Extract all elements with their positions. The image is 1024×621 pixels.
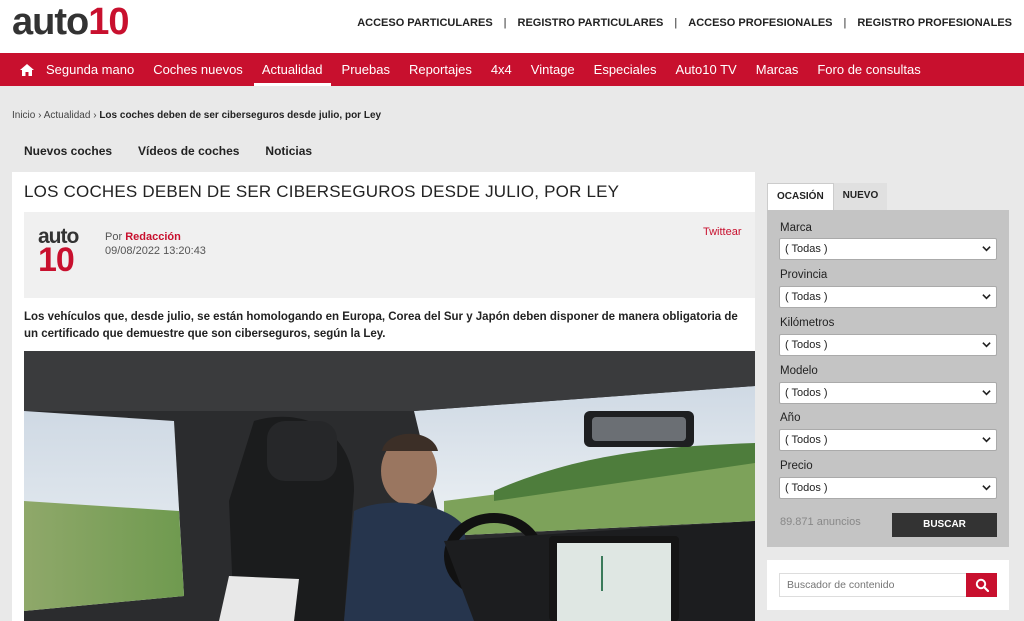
nav-reportajes[interactable]: Reportajes — [409, 62, 472, 77]
nav-marcas[interactable]: Marcas — [756, 62, 799, 77]
tweet-button[interactable]: Twittear — [703, 226, 742, 238]
article-lead: Los vehículos que, desde julio, se están… — [24, 311, 738, 340]
home-icon[interactable] — [20, 63, 36, 77]
link-acceso-particulares[interactable]: ACCESO PARTICULARES — [357, 17, 492, 29]
label-modelo: Modelo — [780, 365, 818, 377]
breadcrumb: Inicio › Actualidad › Los coches deben d… — [12, 110, 381, 121]
separator: | — [503, 17, 507, 29]
content-search-input[interactable] — [779, 573, 968, 597]
label-provincia: Provincia — [780, 269, 828, 281]
label-ano: Año — [780, 412, 801, 424]
by-prefix: Por — [105, 231, 123, 243]
select-marca-value: ( Todas ) — [785, 243, 828, 255]
chevron-down-icon — [982, 246, 991, 252]
publish-date: 09/08/2022 13:20:43 — [105, 245, 206, 257]
nav-actualidad[interactable]: Actualidad — [253, 62, 331, 86]
sidebar-tabs: OCASIÓN NUEVO — [767, 183, 888, 210]
separator: | — [674, 17, 678, 29]
link-acceso-profesionales[interactable]: ACCESO PROFESIONALES — [688, 17, 832, 29]
main-nav: Segunda mano Coches nuevos Actualidad Pr… — [0, 53, 1024, 86]
select-ano-value: ( Todos ) — [785, 434, 828, 446]
chevron-down-icon — [982, 437, 991, 443]
search-button[interactable]: BUSCAR — [892, 513, 997, 537]
select-precio-value: ( Todos ) — [785, 482, 828, 494]
listing-count: 89.871 anuncios — [780, 516, 861, 528]
breadcrumb-home[interactable]: Inicio — [12, 110, 35, 121]
chevron-down-icon — [982, 390, 991, 396]
nav-coches-nuevos[interactable]: Coches nuevos — [153, 62, 243, 77]
nav-4x4[interactable]: 4x4 — [491, 62, 512, 77]
select-kilometros[interactable]: ( Todos ) — [779, 334, 997, 356]
select-ano[interactable]: ( Todos ) — [779, 429, 997, 451]
link-registro-particulares[interactable]: REGISTRO PARTICULARES — [518, 17, 664, 29]
byline: Por Redacción 09/08/2022 13:20:43 — [105, 230, 206, 258]
chevron-down-icon — [982, 485, 991, 491]
select-kilometros-value: ( Todos ) — [785, 339, 828, 351]
nav-pruebas[interactable]: Pruebas — [342, 62, 390, 77]
site-logo[interactable]: auto10 — [12, 1, 130, 43]
tab-nuevos-coches[interactable]: Nuevos coches — [24, 144, 112, 158]
nav-foro-de-consultas[interactable]: Foro de consultas — [817, 62, 920, 77]
breadcrumb-current: Los coches deben de ser ciberseguros des… — [99, 110, 382, 121]
author-logo-10: 10 — [38, 241, 75, 279]
select-marca[interactable]: ( Todas ) — [779, 238, 997, 260]
account-links: ACCESO PARTICULARES | REGISTRO PARTICULA… — [357, 17, 1012, 29]
tab-videos-de-coches[interactable]: Vídeos de coches — [138, 144, 239, 158]
nav-auto10-tv[interactable]: Auto10 TV — [676, 62, 737, 77]
section-subtabs: Nuevos coches Vídeos de coches Noticias — [24, 144, 312, 158]
search-icon[interactable] — [966, 573, 997, 597]
label-marca: Marca — [780, 222, 812, 234]
label-kilometros: Kilómetros — [780, 317, 835, 329]
link-registro-profesionales[interactable]: REGISTRO PROFESIONALES — [857, 17, 1012, 29]
tab-noticias[interactable]: Noticias — [265, 144, 312, 158]
nav-segunda-mano[interactable]: Segunda mano — [46, 62, 134, 77]
breadcrumb-sep: › — [38, 110, 42, 121]
label-precio: Precio — [780, 460, 813, 472]
select-provincia-value: ( Todas ) — [785, 291, 828, 303]
select-modelo[interactable]: ( Todos ) — [779, 382, 997, 404]
article-headline: LOS COCHES DEBEN DE SER CIBERSEGUROS DES… — [24, 182, 620, 201]
logo-text-auto: auto — [12, 1, 89, 43]
nav-vintage[interactable]: Vintage — [531, 62, 575, 77]
logo-text-10: 10 — [88, 1, 129, 43]
site-header: auto10 ACCESO PARTICULARES | REGISTRO PA… — [0, 0, 1024, 53]
select-precio[interactable]: ( Todos ) — [779, 477, 997, 499]
tab-nuevo[interactable]: NUEVO — [833, 183, 888, 210]
chevron-down-icon — [982, 294, 991, 300]
author-link[interactable]: Redacción — [125, 231, 181, 243]
separator: | — [843, 17, 847, 29]
breadcrumb-section[interactable]: Actualidad — [44, 110, 91, 121]
select-modelo-value: ( Todos ) — [785, 387, 828, 399]
chevron-down-icon — [982, 342, 991, 348]
article-photo — [24, 351, 755, 621]
tab-ocasion[interactable]: OCASIÓN — [767, 183, 834, 210]
author-logo: auto 10 — [38, 226, 96, 286]
select-provincia[interactable]: ( Todas ) — [779, 286, 997, 308]
breadcrumb-sep: › — [93, 110, 97, 121]
nav-especiales[interactable]: Especiales — [594, 62, 657, 77]
